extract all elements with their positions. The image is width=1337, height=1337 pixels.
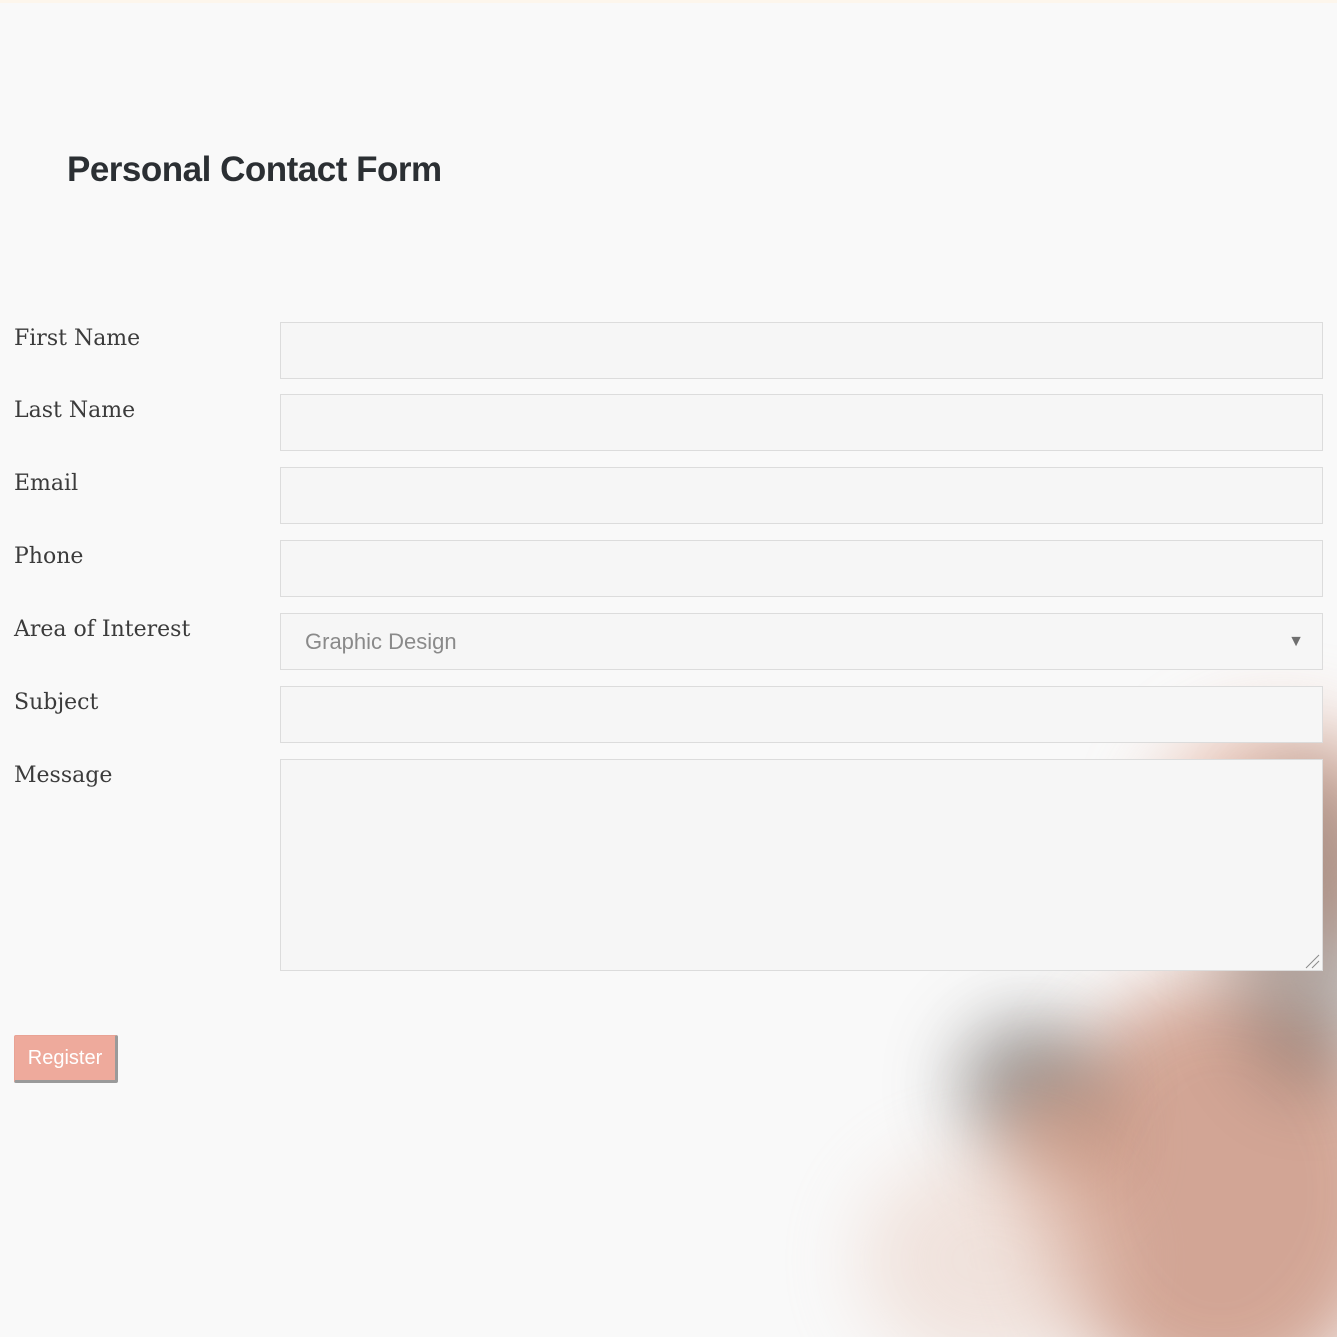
contact-page: Personal Contact Form First Name Last Na… [0,0,1337,1337]
phone-input[interactable] [280,540,1323,597]
resize-grip-icon[interactable] [1302,951,1320,969]
first-name-label: First Name [14,326,141,351]
email-label: Email [14,471,79,496]
last-name-label: Last Name [14,398,136,423]
first-name-input[interactable] [280,322,1323,379]
area-of-interest-selected: Graphic Design [305,628,457,654]
area-of-interest-select[interactable]: Graphic Design ▼ [280,613,1323,670]
chevron-down-icon: ▼ [1288,632,1304,650]
page-title: Personal Contact Form [67,150,442,189]
message-textarea[interactable] [280,759,1323,971]
area-of-interest-label: Area of Interest [14,617,191,642]
register-button[interactable]: Register [14,1035,118,1083]
subject-input[interactable] [280,686,1323,743]
last-name-input[interactable] [280,394,1323,451]
email-input[interactable] [280,467,1323,524]
phone-label: Phone [14,544,84,569]
subject-label: Subject [14,690,99,715]
top-strip [0,0,1337,3]
message-label: Message [14,763,113,788]
